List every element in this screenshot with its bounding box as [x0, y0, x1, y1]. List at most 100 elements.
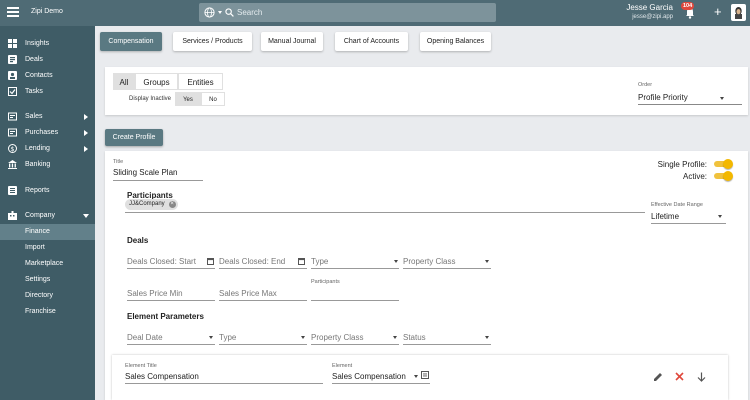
title-input[interactable]: Sliding Scale Plan [113, 168, 177, 177]
active-toggle[interactable] [714, 171, 733, 181]
edit-icon[interactable] [653, 372, 663, 382]
element-underline [332, 383, 430, 384]
element-dropdown-icon[interactable] [414, 375, 418, 378]
display-inactive-no-button[interactable]: No [201, 92, 225, 106]
property-class-select[interactable]: Property Class [403, 257, 455, 266]
sidebar-item-purchases[interactable]: Purchases [0, 125, 95, 141]
param-type-underline [219, 344, 307, 345]
sidebar-item-sales[interactable]: Sales [0, 109, 95, 125]
arrow-down-icon[interactable] [697, 372, 706, 382]
effective-date-label: Effective Date Range [651, 202, 703, 208]
deal-type-select[interactable]: Type [311, 257, 328, 266]
sales-price-min-input[interactable]: Sales Price Min [127, 289, 183, 298]
tab-chart-of-accounts[interactable]: Chart of Accounts [335, 32, 408, 51]
tab-services-products[interactable]: Services / Products [173, 32, 252, 51]
collapse-arrow-icon [83, 214, 89, 218]
sidebar-item-deals[interactable]: Deals [0, 52, 95, 68]
expand-arrow-icon [84, 146, 88, 152]
order-dropdown-icon[interactable] [720, 97, 724, 100]
deals-closed-start-underline [127, 268, 215, 269]
sidebar-subitem-marketplace[interactable]: Marketplace [0, 256, 95, 272]
sidebar-subitem-label: Import [25, 244, 45, 251]
param-type-dropdown-icon[interactable] [301, 336, 305, 339]
calendar-icon[interactable] [207, 257, 214, 265]
participant-chip[interactable]: JJ&Company × [125, 199, 178, 210]
tab-manual-journal[interactable]: Manual Journal [261, 32, 323, 51]
purchases-icon [8, 128, 17, 137]
element-title-input[interactable]: Sales Compensation [125, 372, 199, 381]
create-profile-button[interactable]: Create Profile [105, 129, 163, 146]
property-class-dropdown-icon[interactable] [485, 260, 489, 263]
deal-date-underline [127, 344, 215, 345]
globe-icon[interactable] [204, 7, 215, 18]
param-property-class-underline [311, 344, 399, 345]
sidebar-subitem-settings[interactable]: Settings [0, 272, 95, 288]
delete-icon[interactable] [675, 372, 684, 381]
deal-type-underline [311, 268, 399, 269]
element-select[interactable]: Sales Compensation [332, 372, 406, 381]
order-label: Order [638, 82, 653, 88]
sidebar-item-tasks[interactable]: Tasks [0, 84, 95, 100]
avatar[interactable] [731, 4, 746, 21]
search-scope-caret-icon[interactable] [218, 11, 222, 14]
status-select[interactable]: Status [403, 333, 426, 342]
sidebar-subitem-label: Finance [25, 228, 50, 235]
param-property-class-select[interactable]: Property Class [311, 333, 363, 342]
expand-arrow-icon [84, 114, 88, 120]
status-dropdown-icon[interactable] [485, 336, 489, 339]
deal-date-select[interactable]: Deal Date [127, 333, 163, 342]
user-email: jesse@zipi.app [632, 14, 673, 20]
param-property-class-dropdown-icon[interactable] [393, 336, 397, 339]
calendar-icon[interactable] [298, 257, 305, 265]
sales-price-max-input[interactable]: Sales Price Max [219, 289, 277, 298]
sidebar-item-label: Company [25, 212, 55, 219]
participants-underline [125, 212, 645, 213]
sidebar-item-lending[interactable]: $ Lending [0, 141, 95, 157]
hamburger-menu-icon[interactable] [7, 7, 19, 17]
deal-participants-input[interactable] [311, 300, 399, 301]
deal-type-dropdown-icon[interactable] [394, 260, 398, 263]
search-bar[interactable]: Search [199, 3, 496, 22]
sidebar-item-company[interactable]: Company [0, 208, 95, 224]
svg-text:$: $ [10, 145, 14, 153]
contacts-icon [8, 71, 17, 80]
sidebar-item-insights[interactable]: Insights [0, 36, 95, 52]
effective-date-select[interactable]: Lifetime [651, 212, 679, 221]
sales-icon [8, 112, 17, 121]
tab-opening-balances[interactable]: Opening Balances [420, 32, 491, 51]
order-underline [638, 104, 742, 105]
filter-groups-button[interactable]: Groups [135, 73, 178, 90]
sidebar-subitem-label: Settings [25, 276, 51, 283]
user-name[interactable]: Jesse Garcia [553, 3, 673, 12]
remove-chip-icon[interactable]: × [168, 201, 176, 208]
element-label: Element [332, 363, 353, 369]
add-icon[interactable]: + [714, 5, 722, 18]
deals-closed-start-input[interactable]: Deals Closed: Start [127, 257, 196, 266]
search-input[interactable]: Search [237, 8, 262, 17]
param-type-select[interactable]: Type [219, 333, 236, 342]
element-info-icon[interactable] [421, 371, 429, 379]
tab-compensation[interactable]: Compensation [100, 32, 162, 51]
effective-date-dropdown-icon[interactable] [718, 215, 722, 218]
profile-card: Title Sliding Scale Plan Single Profile:… [105, 151, 748, 400]
filter-entities-button[interactable]: Entities [178, 73, 223, 90]
sidebar-item-label: Contacts [25, 72, 53, 79]
sidebar-item-banking[interactable]: Banking [0, 157, 95, 173]
search-icon [225, 8, 234, 17]
order-select[interactable]: Profile Priority [638, 93, 688, 102]
sidebar-item-label: Banking [25, 161, 51, 168]
deal-date-dropdown-icon[interactable] [209, 336, 213, 339]
deals-closed-end-input[interactable]: Deals Closed: End [219, 257, 285, 266]
sidebar-subitem-directory[interactable]: Directory [0, 288, 95, 304]
sidebar-subitem-import[interactable]: Import [0, 240, 95, 256]
filter-card: All Groups Entities Display Inactive Yes… [105, 67, 748, 115]
sidebar-item-label: Lending [25, 145, 50, 152]
element-card: Element Title Sales Compensation Element… [112, 355, 728, 400]
display-inactive-yes-button[interactable]: Yes [175, 92, 201, 106]
sidebar-subitem-finance[interactable]: Finance [0, 224, 95, 240]
sidebar-item-contacts[interactable]: Contacts [0, 68, 95, 84]
sidebar-item-reports[interactable]: Reports [0, 183, 95, 199]
sidebar-subitem-franchise[interactable]: Franchise [0, 304, 95, 320]
single-profile-toggle[interactable] [714, 159, 733, 169]
filter-all-button[interactable]: All [113, 73, 135, 90]
